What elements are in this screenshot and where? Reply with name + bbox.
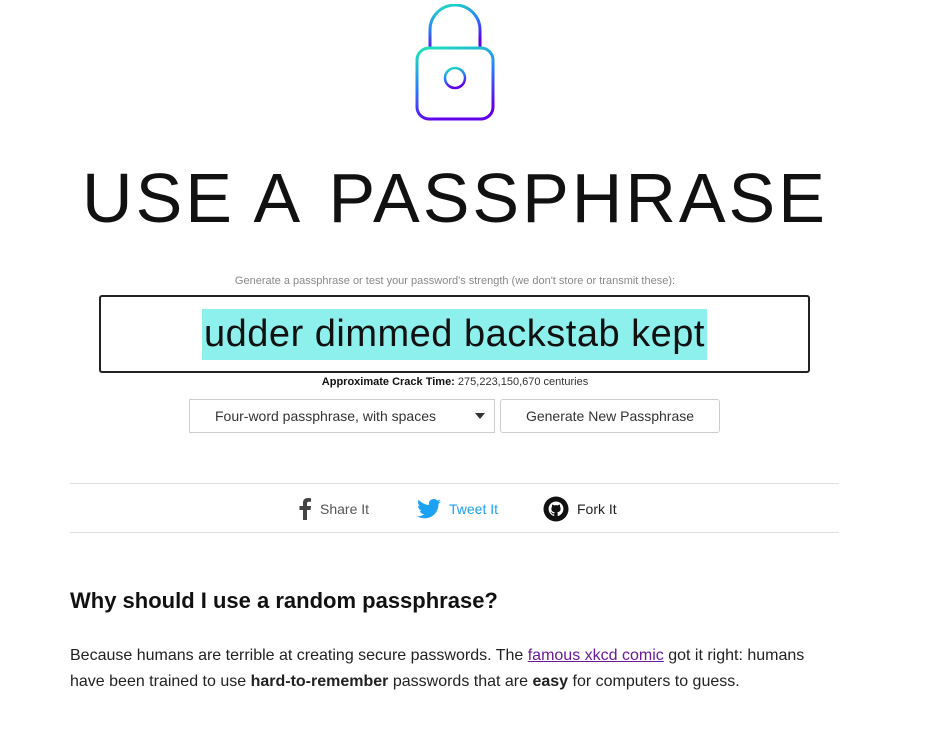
- share-facebook-label: Share It: [320, 501, 370, 517]
- faq-bold-2: easy: [532, 673, 569, 690]
- share-facebook-link[interactable]: Share It: [298, 496, 369, 522]
- share-twitter-label: Tweet It: [449, 501, 499, 517]
- facebook-icon: [299, 498, 311, 520]
- twitter-icon: [417, 499, 441, 519]
- faq-paragraph: Because humans are terrible at creating …: [70, 643, 840, 695]
- faq-bold-1: hard-to-remember: [250, 673, 389, 690]
- passphrase-value[interactable]: udder dimmed backstab kept: [202, 308, 707, 360]
- faq-text-3: passwords that are: [388, 673, 533, 690]
- passphrase-hint: Generate a passphrase or test your passw…: [234, 275, 676, 287]
- xkcd-link[interactable]: famous xkcd comic: [528, 647, 664, 664]
- crack-time-value: 275,223,150,670 centuries: [457, 376, 589, 388]
- faq-text-1: Because humans are terrible at creating …: [70, 647, 528, 664]
- passphrase-input[interactable]: udder dimmed backstab kept: [99, 295, 810, 373]
- passphrase-mode-select[interactable]: Four-word passphrase, with spaces: [189, 399, 495, 433]
- faq-text-4: for computers to guess.: [568, 673, 740, 690]
- github-icon: [543, 496, 569, 522]
- title-bold: PASSPHRASE: [328, 159, 828, 237]
- crack-time: Approximate Crack Time: 275,223,150,670 …: [0, 376, 910, 388]
- caret-down-icon: [475, 413, 485, 419]
- generate-button[interactable]: Generate New Passphrase: [500, 399, 720, 433]
- share-twitter-link[interactable]: Tweet It: [417, 496, 498, 522]
- crack-time-label: Approximate Crack Time:: [321, 376, 455, 388]
- title-light: USE A: [82, 159, 304, 237]
- padlock-icon: [415, 4, 495, 121]
- page-title: USE A PASSPHRASE: [0, 158, 910, 238]
- faq-heading: Why should I use a random passphrase?: [70, 588, 498, 613]
- fork-github-link[interactable]: Fork It: [543, 496, 617, 522]
- select-value: Four-word passphrase, with spaces: [215, 408, 436, 424]
- share-bar: Share It Tweet It Fork It: [70, 483, 839, 533]
- fork-github-label: Fork It: [577, 501, 617, 517]
